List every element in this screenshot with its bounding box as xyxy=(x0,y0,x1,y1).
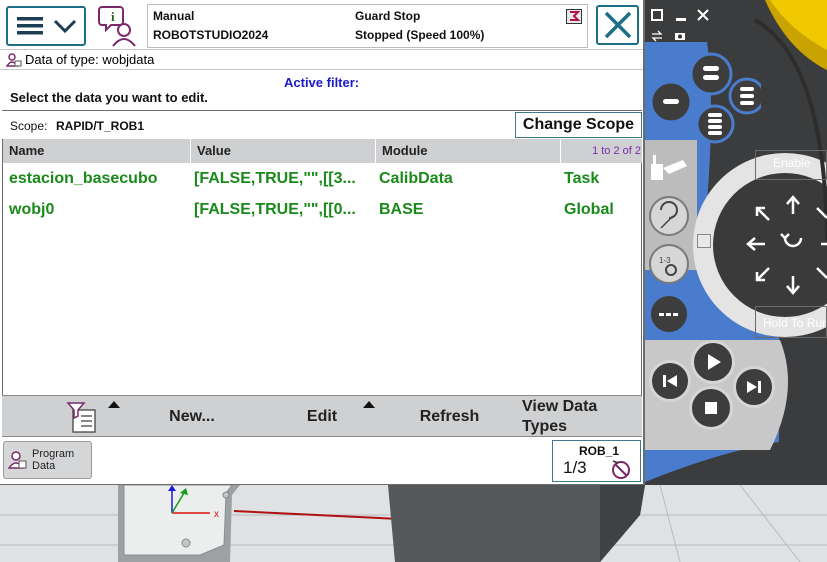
programmable-keys xyxy=(649,52,766,144)
edit-button-label: Edit xyxy=(306,408,338,425)
motion-mode-button[interactable] xyxy=(649,196,689,236)
view-title: Data of type: wobjdata xyxy=(25,52,155,67)
new-button[interactable]: New... xyxy=(142,396,242,438)
hamburger-menu-icon xyxy=(17,17,43,35)
event-log-icon xyxy=(566,9,582,24)
program-data-label-line2: Data xyxy=(32,460,56,472)
table-row[interactable]: wobj0 [FALSE,TRUE,"",[[0... BASE Global xyxy=(3,196,641,226)
station-geometry: x xyxy=(0,485,827,562)
row-value: [FALSE,TRUE,"",[[3... xyxy=(194,170,356,187)
view-data-types-line2: Types xyxy=(522,418,568,435)
active-filter-label: Active filter: xyxy=(284,75,360,90)
row-scope: Global xyxy=(564,201,614,218)
close-window-icon[interactable] xyxy=(696,8,710,22)
programmable-keys-icon xyxy=(649,52,766,144)
table-row[interactable]: estacion_basecubo [FALSE,TRUE,"",[[3... … xyxy=(3,165,641,195)
filter-icon xyxy=(66,402,96,433)
increment-fraction: 1/3 xyxy=(563,458,587,477)
menu-caret-up-icon xyxy=(108,401,120,408)
filter-button[interactable] xyxy=(32,396,132,438)
scope-value: RAPID/T_ROB1 xyxy=(56,119,145,133)
step-backward-icon xyxy=(663,375,677,387)
paging-indicator: 1 to 2 of 2 xyxy=(561,139,642,163)
speed-stop-icon xyxy=(612,460,630,479)
operator-message-icon: i xyxy=(98,6,136,47)
close-icon xyxy=(604,11,631,39)
view-title-row: Data of type: wobjdata xyxy=(0,50,643,70)
dashes-icon xyxy=(659,313,678,316)
axis-toggle-icon: 1-3 xyxy=(659,256,677,276)
column-header-value[interactable]: Value xyxy=(191,139,376,163)
step-forward-icon xyxy=(747,381,761,393)
data-table: Name Value Module 1 to 2 of 2 estacion_b… xyxy=(2,139,642,395)
instruction-text: Select the data you want to edit. xyxy=(10,90,208,105)
operator-message-button[interactable]: i xyxy=(96,4,142,48)
task-bar: Program Data ROB_1 1/3 xyxy=(0,438,643,484)
filter-row: Active filter: Select the data you want … xyxy=(0,70,643,110)
row-value: [FALSE,TRUE,"",[[0... xyxy=(194,201,356,218)
mechanical-unit-button[interactable] xyxy=(647,150,691,190)
program-data-icon xyxy=(6,52,22,67)
controller-name: ROBOTSTUDIO2024 xyxy=(153,28,269,42)
row-module: BASE xyxy=(379,201,424,218)
quickset-button[interactable]: ROB_1 1/3 xyxy=(552,440,641,482)
stop-icon xyxy=(705,402,717,414)
3d-station-view[interactable]: x xyxy=(0,485,827,562)
column-header-module[interactable]: Module xyxy=(376,139,561,163)
column-header-name[interactable]: Name xyxy=(3,139,191,163)
operating-mode: Manual xyxy=(153,9,195,23)
top-bar: i Manual ROBOTSTUDIO2024 Guard Stop Stop… xyxy=(0,0,643,50)
program-run-state: Stopped (Speed 100%) xyxy=(355,28,485,42)
robot-arm-icon xyxy=(651,155,687,180)
reorient-icon xyxy=(660,201,678,229)
change-scope-button[interactable]: Change Scope xyxy=(515,112,642,138)
svg-text:1-3: 1-3 xyxy=(659,256,671,265)
row-name: estacion_basecubo xyxy=(9,170,158,187)
start-button[interactable] xyxy=(691,340,735,384)
svg-text:x: x xyxy=(214,509,219,520)
controller-state: Guard Stop xyxy=(355,9,421,23)
refresh-button[interactable]: Refresh xyxy=(402,396,497,438)
step-backward-button[interactable] xyxy=(649,360,691,402)
edit-button[interactable]: Edit xyxy=(272,396,375,438)
menu-caret-up-icon xyxy=(363,401,375,408)
main-menu-button[interactable] xyxy=(6,6,86,46)
mechanical-unit-label: ROB_1 xyxy=(579,444,620,458)
row-module: CalibData xyxy=(379,170,453,187)
row-scope: Task xyxy=(564,170,600,187)
row-name: wobj0 xyxy=(9,201,55,218)
command-bar: New... Edit Refresh View Data Types xyxy=(2,395,642,437)
svg-text:i: i xyxy=(111,9,115,24)
close-button[interactable] xyxy=(596,5,639,45)
toggle-increment-button[interactable] xyxy=(649,294,689,334)
program-data-task-button[interactable]: Program Data xyxy=(3,441,92,479)
program-data-label-line1: Program xyxy=(32,448,75,460)
stop-button[interactable] xyxy=(689,386,733,430)
view-data-types-line1: View Data xyxy=(522,398,598,415)
step-forward-button[interactable] xyxy=(733,366,775,408)
swap-icon[interactable] xyxy=(651,30,663,42)
pendant-hardware-panel: 1-3 Enable Hold To Run xyxy=(645,0,827,485)
window-restore-icon[interactable] xyxy=(650,8,664,22)
play-icon xyxy=(708,354,721,370)
enable-device[interactable] xyxy=(755,150,827,180)
flexpendant-screen: i Manual ROBOTSTUDIO2024 Guard Stop Stop… xyxy=(0,0,645,485)
joystick-arrows-icon[interactable] xyxy=(745,190,827,300)
scope-label: Scope: xyxy=(10,119,48,133)
camera-icon[interactable] xyxy=(674,30,686,42)
increment-button[interactable]: 1-3 xyxy=(649,244,689,284)
program-data-icon xyxy=(8,451,27,469)
minimize-icon[interactable] xyxy=(674,8,688,22)
scope-row: Scope: RAPID/T_ROB1 Change Scope xyxy=(2,110,642,138)
view-data-types-button[interactable]: View Data Types xyxy=(522,396,632,438)
status-panel[interactable]: Manual ROBOTSTUDIO2024 Guard Stop Stoppe… xyxy=(147,4,588,48)
chevron-down-icon xyxy=(53,19,77,34)
mode-selector-icon[interactable] xyxy=(697,234,711,248)
hold-to-run-button[interactable] xyxy=(755,306,827,338)
